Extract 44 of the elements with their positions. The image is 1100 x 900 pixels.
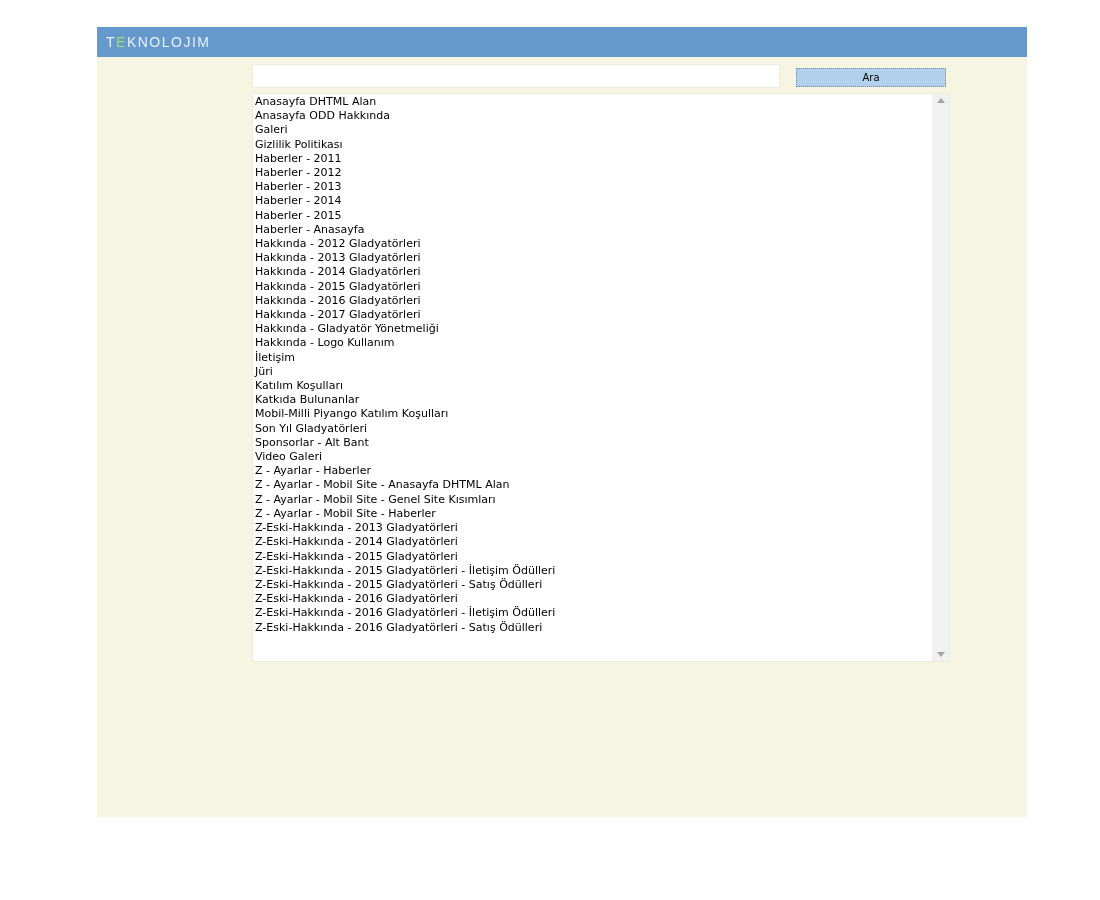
list-item[interactable]: Haberler - 2012 xyxy=(255,166,342,181)
list-item[interactable]: Anasayfa DHTML Alan xyxy=(255,95,377,110)
list-item[interactable]: Hakkında - 2014 Gladyatörleri xyxy=(255,265,421,280)
logo: TE KNOLOJIM xyxy=(106,32,211,52)
list-item[interactable]: Haberler - 2013 xyxy=(255,180,342,195)
list-item[interactable]: Galeri xyxy=(255,123,288,138)
list-item[interactable]: Haberler - 2014 xyxy=(255,194,342,209)
list-item[interactable]: Hakkında - 2012 Gladyatörleri xyxy=(255,237,421,252)
list-item[interactable]: Son Yıl Gladyatörleri xyxy=(255,421,368,436)
list-item[interactable]: Hakkında - 2013 Gladyatörleri xyxy=(255,251,421,266)
list-item[interactable]: Anasayfa ODD Hakkında xyxy=(255,109,390,124)
list-item[interactable]: Hakkında - 2015 Gladyatörleri xyxy=(255,279,421,294)
list-item[interactable]: Z-Eski-Hakkında - 2016 Gladyatörleri - İletişim Ödülleri xyxy=(255,606,556,621)
list-item[interactable]: Z-Eski-Hakkında - 2014 Gladyatörleri xyxy=(255,535,458,550)
list-item[interactable]: Z - Ayarlar - Haberler xyxy=(255,464,371,479)
list-item[interactable]: Z - Ayarlar - Mobil Site - Genel Site Kısımları xyxy=(255,492,496,507)
list-item[interactable]: Z-Eski-Hakkında - 2016 Gladyatörleri xyxy=(255,592,458,607)
list-item[interactable]: Hakkında - Logo Kullanım xyxy=(255,336,395,351)
list-item[interactable]: Sponsorlar - Alt Bant xyxy=(255,435,369,451)
list-item[interactable]: İletişim xyxy=(255,350,295,365)
list-item[interactable]: Jüri xyxy=(255,364,273,380)
list-item[interactable]: Mobil-Milli Piyango Katılım Koşulları xyxy=(255,407,449,422)
list-item[interactable]: Z-Eski-Hakkında - 2015 Gladyatörleri - Satış Ödülleri xyxy=(255,577,543,593)
list-item[interactable]: Gizlilik Politikası xyxy=(255,137,343,152)
scrollbar[interactable] xyxy=(932,94,949,661)
scroll-down-icon[interactable] xyxy=(936,652,945,657)
list-item[interactable]: Z-Eski-Hakkında - 2013 Gladyatörleri xyxy=(255,521,458,536)
list-item[interactable]: Z - Ayarlar - Mobil Site - Anasayfa DHTML Alan xyxy=(255,478,510,493)
list-item[interactable]: Haberler - Anasayfa xyxy=(255,222,365,238)
search-field[interactable] xyxy=(252,64,780,88)
list-item[interactable]: Z-Eski-Hakkında - 2015 Gladyatörleri - İletişim Ödülleri xyxy=(255,563,556,578)
list-item[interactable]: Z-Eski-Hakkında - 2016 Gladyatörleri - Satış Ödülleri xyxy=(255,620,543,635)
list-item[interactable]: Z - Ayarlar - Mobil Site - Haberler xyxy=(255,506,436,522)
scroll-up-icon[interactable] xyxy=(936,98,945,103)
list-item[interactable]: Z-Eski-Hakkında - 2015 Gladyatörleri xyxy=(255,549,458,564)
list-item[interactable]: Hakkında - 2016 Gladyatörleri xyxy=(255,293,421,309)
list-item[interactable]: Video Galeri xyxy=(255,450,322,465)
list-item[interactable]: Haberler - 2015 xyxy=(255,208,342,223)
search-button[interactable]: Ara xyxy=(796,68,946,87)
list-item[interactable]: Katılım Koşulları xyxy=(255,379,343,394)
list-item[interactable]: Hakkında - 2017 Gladyatörleri xyxy=(255,308,421,323)
list-item[interactable]: Haberler - 2011 xyxy=(255,151,342,166)
list-item[interactable]: Hakkında - Gladyatör Yönetmeliği xyxy=(255,322,439,337)
list-item[interactable]: Katkıda Bulunanlar xyxy=(255,393,360,408)
